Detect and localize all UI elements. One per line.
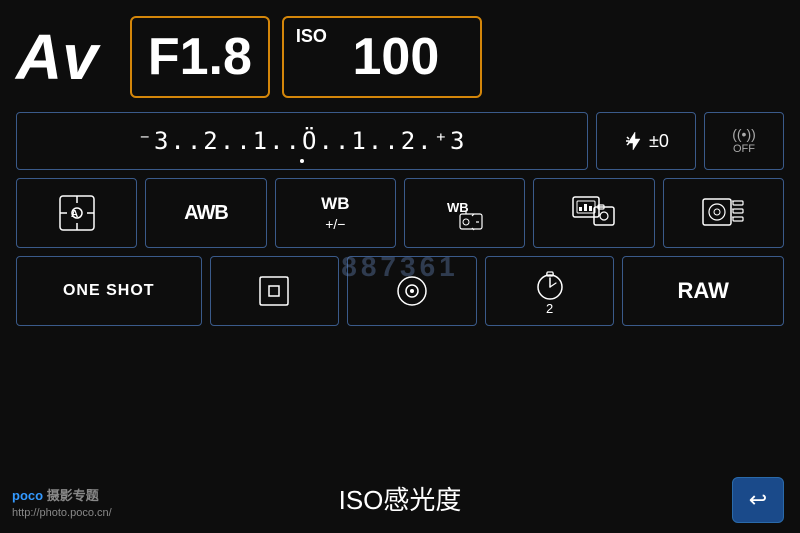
self-timer-value: 2	[546, 301, 553, 316]
picture-style[interactable]	[533, 178, 654, 248]
back-button[interactable]: ↩	[732, 477, 784, 523]
exposure-scale-text: ⁻3..2..1..Ö..1..2.⁺3	[138, 127, 467, 155]
shooting-mode: Av	[16, 25, 98, 89]
wifi-icon: ((•))	[732, 126, 756, 143]
svg-text:A: A	[71, 209, 78, 220]
wifi-off-label: OFF	[732, 143, 756, 156]
iso-label: ISO	[296, 26, 327, 47]
picture-style-icon	[572, 193, 616, 233]
self-timer-icon	[532, 267, 568, 303]
poco-watermark: poco 摄影专题 http://photo.poco.cn/	[12, 487, 112, 521]
self-timer[interactable]: 2	[485, 256, 615, 326]
setting-label: ISO感光度	[339, 480, 462, 517]
exposure-scale[interactable]: ⁻3..2..1..Ö..1..2.⁺3	[16, 112, 588, 170]
aperture-value: F1.8	[148, 27, 252, 87]
row-exposure: ⁻3..2..1..Ö..1..2.⁺3 ±0 ((•)) OFF	[16, 112, 784, 170]
bottom-bar: ISO感光度	[0, 473, 800, 523]
aperture-display[interactable]: F1.8	[130, 16, 270, 98]
lens-correction[interactable]	[663, 178, 784, 248]
back-arrow-icon: ↩	[749, 487, 767, 513]
poco-brand: poco 摄影专题	[12, 487, 112, 505]
lens-correction-icon	[701, 193, 745, 233]
image-quality-label: RAW	[678, 278, 729, 304]
flash-comp-value: ±0	[649, 131, 669, 152]
row-wb-style: A AWB WB +/− WB	[16, 178, 784, 248]
drive-mode-label: ONE SHOT	[63, 282, 155, 300]
drive-mode[interactable]: ONE SHOT	[16, 256, 202, 326]
wifi-status[interactable]: ((•)) OFF	[704, 112, 784, 170]
camera-lcd-screen: Av F1.8 ISO 100 ⁻3..2..1..Ö..1..2.⁺3 ±0	[0, 0, 800, 533]
wb-adjust[interactable]: WB +/−	[275, 178, 396, 248]
af-point-icon	[256, 273, 292, 309]
flash-compensation[interactable]: ±0	[596, 112, 696, 170]
exposure-indicator-dot	[300, 159, 304, 163]
af-point[interactable]	[210, 256, 340, 326]
wb-adjust-label: WB	[321, 194, 349, 214]
image-quality[interactable]: RAW	[622, 256, 784, 326]
metering-mode[interactable]: A	[16, 178, 137, 248]
iso-value: 100	[352, 27, 439, 87]
live-view[interactable]	[347, 256, 477, 326]
live-view-icon	[394, 273, 430, 309]
metering-icon: A	[57, 193, 97, 233]
white-balance[interactable]: AWB	[145, 178, 266, 248]
awb-label: AWB	[184, 202, 228, 225]
iso-display[interactable]: ISO 100	[282, 16, 482, 98]
flash-comp-icon	[623, 130, 645, 152]
wb-shift[interactable]: WB	[404, 178, 525, 248]
row-mode-aperture-iso: Av F1.8 ISO 100	[16, 12, 784, 102]
poco-url: http://photo.poco.cn/	[12, 506, 112, 521]
row-drive-af-quality: ONE SHOT	[16, 256, 784, 326]
wb-adjust-symbol: +/−	[325, 216, 345, 232]
wb-shift-icon: WB	[446, 194, 484, 232]
